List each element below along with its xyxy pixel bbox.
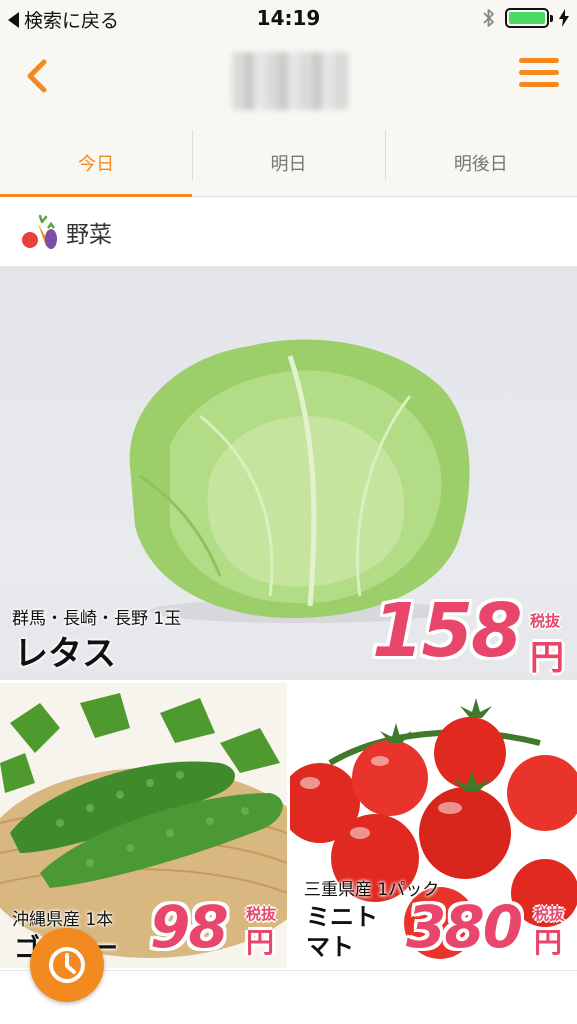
product-name: レタス xyxy=(14,634,116,674)
product-card-lettuce[interactable]: 群馬・長崎・長野 1玉 レタス 158 税抜 円 xyxy=(0,266,577,680)
tab-tomorrow[interactable]: 明日 xyxy=(192,130,384,196)
tab-day-after-tomorrow[interactable]: 明後日 xyxy=(384,130,577,196)
clock-icon xyxy=(49,947,85,983)
hamburger-menu-icon[interactable] xyxy=(519,58,559,94)
yen-label: 円 xyxy=(246,926,275,959)
back-chevron-icon[interactable] xyxy=(14,54,58,98)
charging-bolt-icon xyxy=(559,9,569,27)
product-card-mini-tomato[interactable]: 三重県産 1パック ミニト マト 380 税抜 円 xyxy=(290,683,577,968)
status-bar: 検索に戻る 14:19 xyxy=(0,0,577,36)
day-tabs: 今日 明日 明後日 xyxy=(0,130,577,197)
product-origin: 沖縄県産 1本 xyxy=(12,910,114,930)
lettuce-image xyxy=(129,339,470,623)
product-name-line2: マト xyxy=(306,933,354,961)
status-indicators xyxy=(483,8,569,28)
product-price: 380 xyxy=(406,893,523,961)
app-header xyxy=(0,36,577,130)
page-title-blurred xyxy=(232,52,348,110)
product-card-goya[interactable]: 沖縄県産 1本 ゴーヤー 98 税抜 円 xyxy=(0,683,287,968)
tax-excluded-label: 税抜 xyxy=(530,612,561,630)
battery-icon xyxy=(505,8,553,28)
vegetables-icon xyxy=(22,214,57,249)
history-clock-button[interactable] xyxy=(30,928,104,1002)
yen-label: 円 xyxy=(530,638,564,678)
product-price: 98 xyxy=(150,893,229,961)
product-price: 158 xyxy=(372,588,522,674)
bluetooth-icon xyxy=(483,9,494,27)
category-header: 野菜 xyxy=(0,198,577,266)
tab-today[interactable]: 今日 xyxy=(0,130,193,197)
category-label: 野菜 xyxy=(66,222,112,248)
yen-label: 円 xyxy=(534,926,563,959)
